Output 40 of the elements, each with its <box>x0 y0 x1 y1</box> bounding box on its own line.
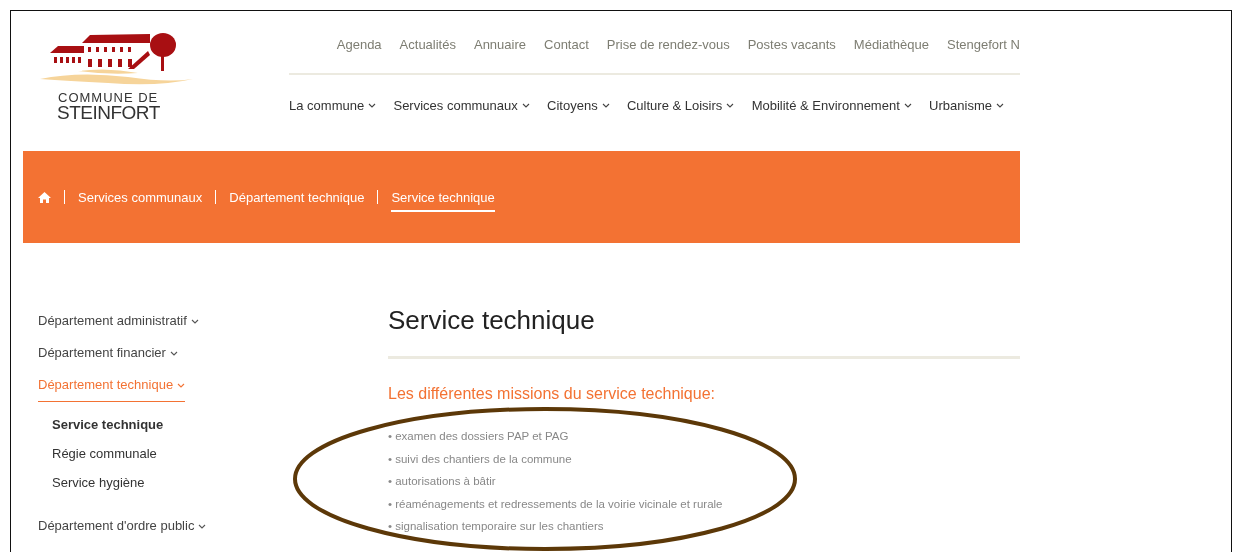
top-nav-link[interactable]: Annuaire <box>473 37 526 52</box>
section-heading: Les différentes missions du service technique: <box>388 385 716 403</box>
main-nav-item[interactable]: Urbanisme <box>929 97 1004 113</box>
sidebar-subitem[interactable]: Service technique <box>52 410 164 439</box>
mission-item: • examen des dossiers PAP et PAG <box>388 430 569 442</box>
logo-text: COMMUNE DE <box>58 91 160 104</box>
mission-item: • suivi des chantiers de la commune <box>388 452 572 465</box>
logo-text: STEINFORT <box>57 104 161 122</box>
sidebar-item[interactable]: Département d'ordre public <box>38 511 207 543</box>
mission-item: • signalisation temporaire sur les chantiers <box>388 520 604 532</box>
sidebar-subitem[interactable]: Régie communale <box>52 439 157 468</box>
main-nav-item[interactable]: La commune <box>289 97 377 113</box>
chevron-down-icon <box>169 351 178 357</box>
top-nav-link[interactable]: Agenda <box>336 37 382 52</box>
top-nav-link[interactable]: Stengefort N <box>947 37 1020 52</box>
top-nav-link[interactable]: Prise de rendez-vous <box>606 37 730 52</box>
top-nav-link[interactable]: Actualités <box>399 37 456 52</box>
chevron-down-icon <box>726 102 735 108</box>
sidebar-item[interactable]: Département administratif <box>38 306 199 338</box>
top-nav-link[interactable]: Postes vacants <box>747 37 836 52</box>
top-nav-link[interactable]: Médiathèque <box>853 37 929 52</box>
mission-item: • réaménagements et redressements de la voirie vicinale et rurale <box>388 497 723 510</box>
home-icon[interactable] <box>38 191 51 203</box>
chevron-down-icon <box>521 102 530 108</box>
main-nav-item[interactable]: Mobilité & Environnement <box>751 97 912 113</box>
chevron-down-icon <box>368 102 377 108</box>
sidebar-item[interactable]: Département financier <box>38 338 178 370</box>
main-nav-item[interactable]: Culture & Loisirs <box>626 97 735 113</box>
chevron-down-icon <box>601 102 610 108</box>
top-nav-link[interactable]: Contact <box>544 37 589 52</box>
chevron-down-icon <box>190 319 199 325</box>
chevron-down-icon <box>198 524 207 530</box>
main-nav-item[interactable]: Citoyens <box>547 97 610 113</box>
page-title: Service technique <box>388 303 1020 359</box>
chevron-down-icon <box>903 102 912 108</box>
mission-item: • autorisations à bâtir <box>388 475 496 487</box>
main-nav-item[interactable]: Services communaux <box>393 97 530 113</box>
sidebar-subitem[interactable]: Service hygiène <box>52 468 145 497</box>
chevron-down-icon <box>995 102 1004 108</box>
chevron-down-icon <box>177 383 186 389</box>
